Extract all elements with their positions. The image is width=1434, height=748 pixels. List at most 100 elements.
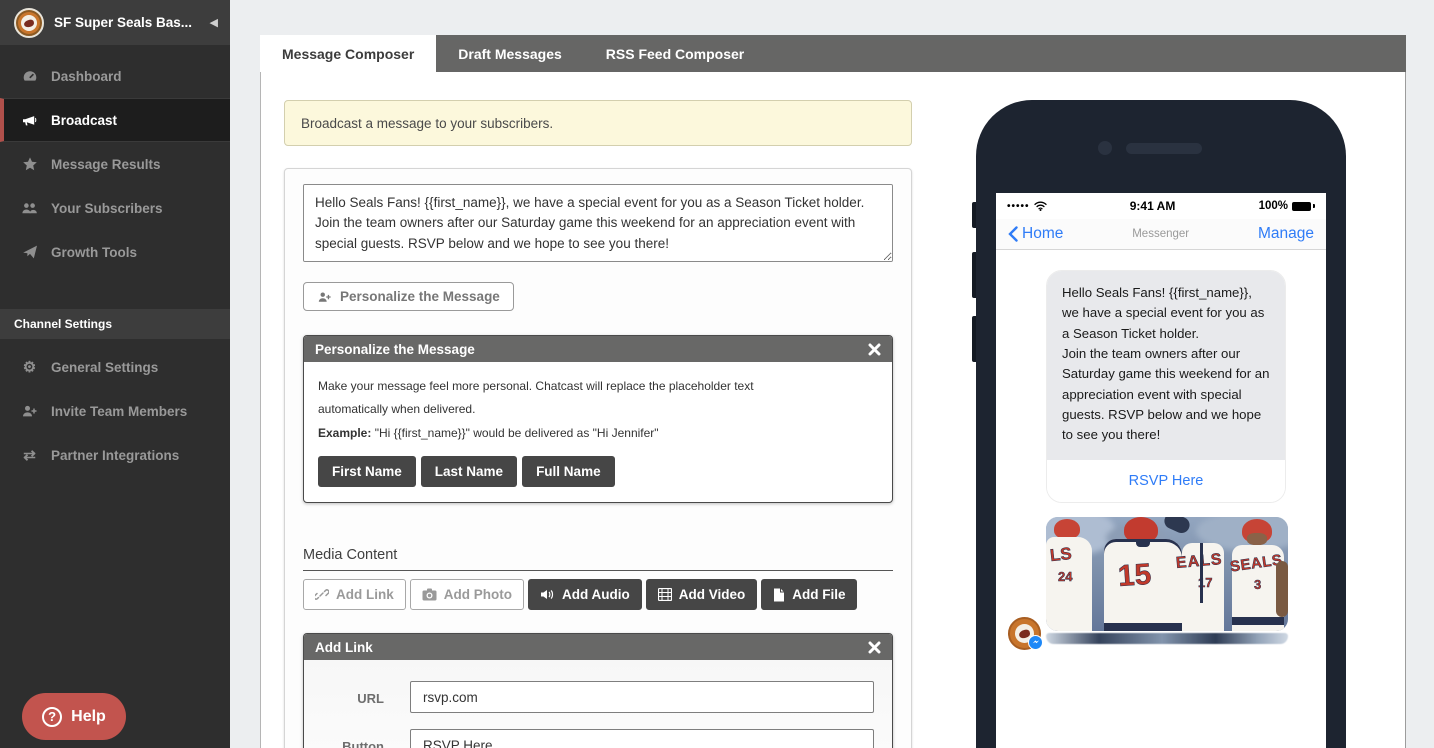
close-icon[interactable] [868, 343, 881, 356]
phone-volume-up-button [972, 252, 976, 298]
personalize-panel: Personalize the Message Make your messag… [303, 335, 893, 503]
media-content-title: Media Content [303, 547, 893, 571]
workspace-title: SF Super Seals Bas... [54, 15, 200, 30]
sidebar-item-label: Growth Tools [51, 245, 137, 260]
button-text-input[interactable] [410, 729, 874, 748]
jersey-number: 3 [1254, 577, 1261, 592]
personalize-button-label: Personalize the Message [340, 289, 500, 304]
add-link-button[interactable]: Add Link [303, 579, 406, 610]
battery-icon [1292, 202, 1315, 211]
media-button-label: Add Link [336, 587, 394, 602]
team-logo-icon [14, 8, 44, 38]
personalize-message-button[interactable]: Personalize the Message [303, 282, 514, 311]
first-name-button[interactable]: First Name [318, 456, 416, 487]
rsvp-here-link[interactable]: RSVP Here [1047, 460, 1285, 502]
jersey-number: 15 [1117, 558, 1153, 594]
personalize-panel-header: Personalize the Message [304, 336, 892, 362]
sidebar-item-label: General Settings [51, 360, 158, 375]
button-text-field-row: Button Text [322, 729, 874, 748]
media-button-label: Add File [792, 587, 845, 602]
content-panel: Broadcast a message to your subscribers.… [260, 72, 1406, 748]
media-buttons-row: Add Link Add Photo Add Audio Add Video A… [303, 579, 893, 610]
sidebar-item-message-results[interactable]: Message Results [0, 142, 230, 186]
broadcast-alert: Broadcast a message to your subscribers. [284, 100, 912, 146]
phone-mute-switch [972, 202, 976, 228]
messenger-title: Messenger [1063, 228, 1258, 240]
bubble-text: Hello Seals Fans! {{first_name}}, we hav… [1047, 271, 1285, 460]
manage-button[interactable]: Manage [1258, 225, 1314, 243]
url-label: URL [322, 681, 410, 709]
tab-rss-feed-composer[interactable]: RSS Feed Composer [584, 35, 766, 72]
message-textarea[interactable]: Hello Seals Fans! {{first_name}}, we hav… [303, 184, 893, 262]
sidebar-item-general-settings[interactable]: ⚙ General Settings [0, 345, 230, 389]
media-button-label: Add Audio [562, 587, 630, 602]
sidebar: SF Super Seals Bas... ◀ Dashboard Broadc… [0, 0, 230, 748]
personalize-panel-body: Make your message feel more personal. Ch… [304, 362, 892, 502]
signal-dots-icon: ••••• [1007, 201, 1030, 212]
last-name-button[interactable]: Last Name [421, 456, 517, 487]
insert-token-buttons: First Name Last Name Full Name [318, 456, 878, 487]
battery-percent: 100% [1259, 200, 1288, 212]
phone-camera [1098, 141, 1112, 155]
back-home-button[interactable]: Home [1008, 225, 1063, 243]
add-link-panel-title: Add Link [315, 640, 373, 655]
close-icon[interactable] [868, 641, 881, 654]
phone-preview: ••••• 9:41 AM 100% Home Messenger Manage [976, 100, 1346, 748]
sidebar-item-label: Broadcast [51, 113, 117, 128]
bot-avatar [1008, 617, 1041, 650]
add-link-panel-body: URL Button Text [304, 660, 892, 748]
composer-tabbar: Message Composer Draft Messages RSS Feed… [260, 35, 1406, 72]
personalize-description: Make your message feel more personal. Ch… [318, 375, 798, 422]
paper-plane-icon [21, 244, 38, 261]
add-audio-button[interactable]: Add Audio [528, 579, 642, 610]
jersey-text: LS [1049, 544, 1073, 566]
example-text: "Hi {{first_name}}" would be delivered a… [371, 426, 658, 440]
users-icon [21, 200, 38, 217]
messenger-nav-bar: Home Messenger Manage [996, 219, 1326, 250]
phone-screen: ••••• 9:41 AM 100% Home Messenger Manage [996, 193, 1326, 748]
sidebar-item-label: Message Results [51, 157, 161, 172]
film-icon [658, 588, 672, 601]
file-icon [773, 588, 785, 602]
personalize-example: Example: "Hi {{first_name}}" would be de… [318, 422, 878, 445]
url-field-row: URL [322, 681, 874, 713]
media-button-label: Add Photo [444, 587, 512, 602]
user-plus-icon [317, 290, 332, 304]
button-text-label: Button Text [322, 729, 410, 748]
sidebar-collapse-icon[interactable]: ◀ [210, 16, 218, 29]
swap-arrows-icon: ⇄ [21, 447, 38, 464]
second-photo-partial [1046, 633, 1288, 644]
question-circle-icon: ? [42, 707, 62, 727]
photo-attachment: LS 24 15 EALS 17 [1046, 517, 1288, 644]
url-input[interactable] [410, 681, 874, 713]
add-link-panel: Add Link URL Button Text [303, 633, 893, 748]
sidebar-item-invite-team-members[interactable]: Invite Team Members [0, 389, 230, 433]
chevron-left-icon [1008, 226, 1018, 242]
sidebar-item-dashboard[interactable]: Dashboard [0, 54, 230, 98]
tab-message-composer[interactable]: Message Composer [260, 35, 436, 72]
wifi-icon [1034, 201, 1047, 211]
sidebar-item-your-subscribers[interactable]: Your Subscribers [0, 186, 230, 230]
tab-draft-messages[interactable]: Draft Messages [436, 35, 584, 72]
chat-area: Hello Seals Fans! {{first_name}}, we hav… [996, 250, 1326, 644]
help-label: Help [71, 708, 106, 726]
star-icon [21, 156, 38, 173]
sidebar-item-label: Invite Team Members [51, 404, 187, 419]
phone-volume-down-button [972, 316, 976, 362]
sidebar-item-broadcast[interactable]: Broadcast [0, 98, 230, 142]
back-label: Home [1022, 225, 1063, 243]
add-video-button[interactable]: Add Video [646, 579, 758, 610]
team-photo[interactable]: LS 24 15 EALS 17 [1046, 517, 1288, 631]
add-link-panel-header: Add Link [304, 634, 892, 660]
sidebar-item-growth-tools[interactable]: Growth Tools [0, 230, 230, 274]
add-file-button[interactable]: Add File [761, 579, 857, 610]
help-button[interactable]: ? Help [22, 693, 126, 740]
camera-icon [422, 588, 437, 601]
message-bubble: Hello Seals Fans! {{first_name}}, we hav… [1046, 270, 1286, 503]
sidebar-item-partner-integrations[interactable]: ⇄ Partner Integrations [0, 433, 230, 477]
speaker-icon [540, 588, 555, 601]
add-photo-button[interactable]: Add Photo [410, 579, 524, 610]
user-plus-icon [21, 403, 38, 420]
full-name-button[interactable]: Full Name [522, 456, 615, 487]
phone-speaker [1126, 143, 1202, 154]
